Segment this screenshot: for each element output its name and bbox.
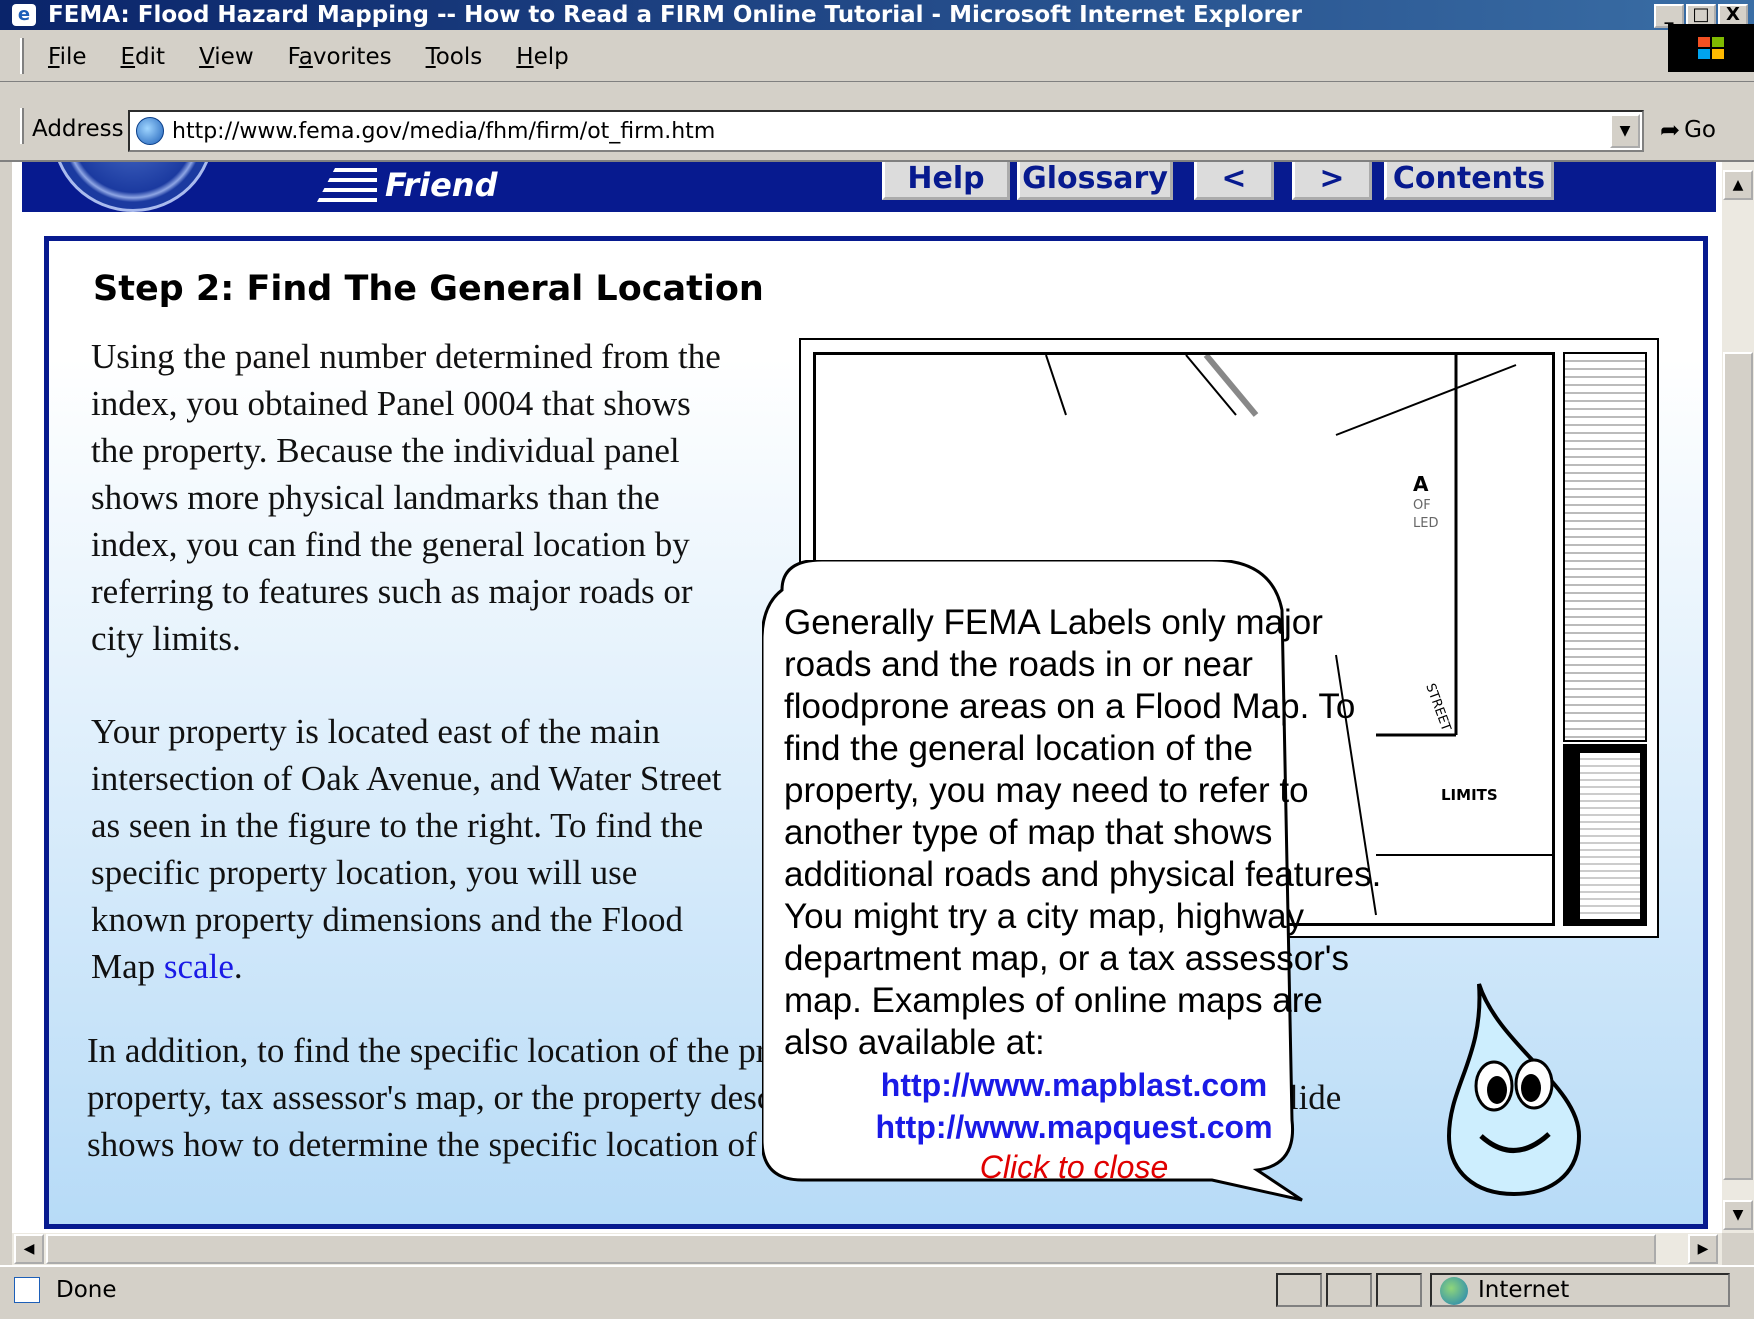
speech-bubble-text: Generally FEMA Labels only major roads a… xyxy=(784,603,1382,1062)
page-icon xyxy=(136,117,164,145)
horizontal-scrollbar[interactable]: ◀ ▶ xyxy=(12,1233,1722,1265)
water-drop-mascot-icon xyxy=(1446,983,1582,1196)
mapquest-link[interactable]: http://www.mapquest.com xyxy=(764,1106,1384,1148)
menu-help[interactable]: Help xyxy=(516,44,568,70)
menu-favorites[interactable]: Favorites xyxy=(288,44,392,70)
scroll-left-button[interactable]: ◀ xyxy=(14,1234,44,1264)
go-button[interactable]: ➦ Go xyxy=(1660,116,1716,144)
address-field[interactable]: ▼ xyxy=(128,110,1644,152)
address-input[interactable] xyxy=(172,118,1592,144)
windows-logo-icon xyxy=(1668,24,1754,72)
vertical-scrollbar[interactable]: ▲ ▼ xyxy=(1722,162,1754,1233)
site-header: Friend Help Glossary < > Contents xyxy=(22,162,1716,212)
menu-edit[interactable]: Edit xyxy=(121,44,166,70)
scale-link[interactable]: scale xyxy=(164,947,234,986)
tell-a-friend-link[interactable]: Friend xyxy=(317,168,497,202)
address-label: Address xyxy=(32,116,124,142)
horizontal-scroll-thumb[interactable] xyxy=(46,1234,1656,1264)
scroll-down-button[interactable]: ▼ xyxy=(1723,1200,1753,1230)
mail-icon xyxy=(317,168,377,202)
scroll-up-button[interactable]: ▲ xyxy=(1723,170,1753,200)
page-title: Step 2: Find The General Location xyxy=(93,269,764,309)
paragraph-property-location: Your property is located east of the mai… xyxy=(91,712,722,986)
toolbar-grip[interactable] xyxy=(20,38,24,74)
paragraph-panel-number: Using the panel number determined from t… xyxy=(91,337,721,658)
mapblast-link[interactable]: http://www.mapblast.com xyxy=(764,1064,1384,1106)
menu-file[interactable]: File xyxy=(48,44,87,70)
menu-view[interactable]: View xyxy=(199,44,254,70)
status-cell xyxy=(1376,1273,1422,1307)
speech-bubble-content: Generally FEMA Labels only major roads a… xyxy=(784,602,1384,1186)
scroll-right-button[interactable]: ▶ xyxy=(1688,1234,1718,1264)
map-text-label: OF xyxy=(1413,498,1431,513)
status-cell xyxy=(1276,1273,1322,1307)
menu-tools[interactable]: Tools xyxy=(426,44,483,70)
map-zone-label: A xyxy=(1413,472,1429,496)
ie-icon: e xyxy=(12,4,36,26)
glossary-nav-button[interactable]: Glossary xyxy=(1017,162,1173,200)
vertical-scroll-thumb[interactable] xyxy=(1723,352,1753,1180)
map-limits-label: LIMITS xyxy=(1441,786,1498,804)
status-bar: Done Internet xyxy=(0,1265,1754,1319)
zone-cell xyxy=(1430,1273,1730,1307)
contents-nav-button[interactable]: Contents xyxy=(1384,162,1554,200)
next-nav-button[interactable]: > xyxy=(1292,162,1372,200)
close-bubble-link[interactable]: Click to close xyxy=(764,1148,1384,1186)
map-text-label: LED xyxy=(1413,516,1439,531)
help-nav-button[interactable]: Help xyxy=(882,162,1010,200)
page-viewport: Friend Help Glossary < > Contents Step 2… xyxy=(12,162,1722,1233)
address-bar: Address ▼ ➦ Go xyxy=(0,82,1754,162)
status-cell xyxy=(1326,1273,1372,1307)
title-bar: e FEMA: Flood Hazard Mapping -- How to R… xyxy=(0,0,1754,30)
toolbar-grip[interactable] xyxy=(20,108,24,144)
status-text: Done xyxy=(56,1277,117,1303)
security-zone-text: Internet xyxy=(1478,1277,1570,1303)
speech-bubble-popup[interactable]: Generally FEMA Labels only major roads a… xyxy=(762,560,1422,1233)
go-arrow-icon: ➦ xyxy=(1660,116,1681,144)
previous-nav-button[interactable]: < xyxy=(1194,162,1274,200)
window-title: FEMA: Flood Hazard Mapping -- How to Rea… xyxy=(48,2,1302,28)
internet-zone-icon xyxy=(1440,1277,1468,1305)
map-title-block xyxy=(1563,744,1647,926)
page-status-icon xyxy=(14,1277,40,1303)
menu-bar: File Edit View Favorites Tools Help xyxy=(0,30,1754,82)
address-dropdown-button[interactable]: ▼ xyxy=(1610,114,1640,148)
fema-seal-logo xyxy=(52,162,214,212)
map-legend xyxy=(1563,352,1647,742)
